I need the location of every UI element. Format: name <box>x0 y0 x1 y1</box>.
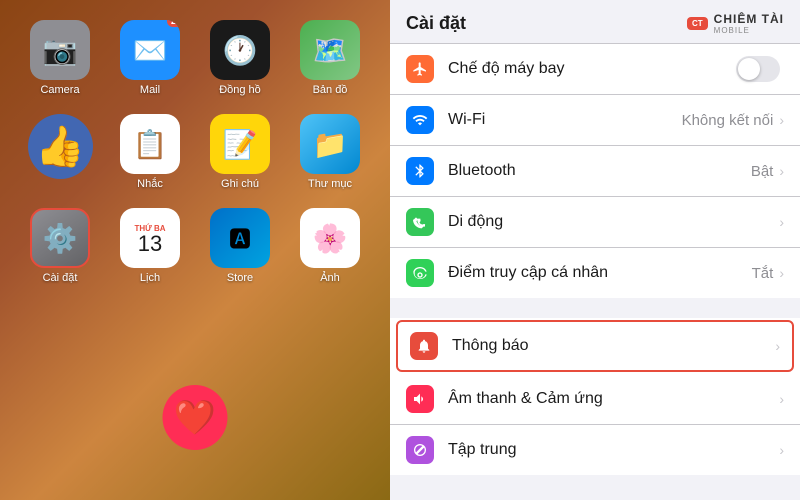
notifications-chevron: › <box>775 338 780 354</box>
separator-1 <box>390 298 800 318</box>
row-bluetooth[interactable]: Bluetooth Bật › <box>390 146 800 197</box>
mail-badge: 24 <box>167 20 180 27</box>
calendar-label: Lịch <box>140 272 160 284</box>
airplane-toggle-knob <box>738 58 760 80</box>
wifi-chevron: › <box>779 112 784 128</box>
settings-label: Cài đặt <box>43 272 78 284</box>
clock-label: Đồng hồ <box>219 84 261 96</box>
hotspot-label: Điểm truy cập cá nhân <box>448 264 752 282</box>
app-grid: 📷 Camera ✉️ 24 Mail 🕐 Đồng hồ 🗺️ Bản đồ … <box>20 20 370 284</box>
app-clock[interactable]: 🕐 Đồng hồ <box>200 20 280 96</box>
settings-section-2: Thông báo › Âm thanh & Cảm ứng › Tập tru… <box>390 318 800 475</box>
airplane-label: Chế độ máy bay <box>448 60 736 78</box>
sound-icon <box>406 385 434 413</box>
hotspot-chevron: › <box>779 265 784 281</box>
row-focus[interactable]: Tập trung › <box>390 425 800 475</box>
appstore-icon-bg: 🅰 <box>210 208 270 268</box>
right-panel: Cài đặt CT CHIÊM TÀI MOBILE Chế độ máy b… <box>390 0 800 500</box>
mobile-icon <box>406 208 434 236</box>
app-reminders[interactable]: 📋 Nhắc <box>110 114 190 190</box>
mobile-chevron: › <box>779 214 784 230</box>
sound-chevron: › <box>779 391 784 407</box>
left-panel: 📷 Camera ✉️ 24 Mail 🕐 Đồng hồ 🗺️ Bản đồ … <box>0 0 390 500</box>
bluetooth-chevron: › <box>779 163 784 179</box>
row-wifi[interactable]: Wi-Fi Không kết nối › <box>390 95 800 146</box>
facebook-icon-bg: 👍 <box>28 114 93 179</box>
heart-icon-bg: ❤️ <box>163 385 228 450</box>
logo-name: CHIÊM TÀI <box>714 12 784 26</box>
wifi-icon <box>406 106 434 134</box>
mail-icon-bg: ✉️ 24 <box>120 20 180 80</box>
photos-label: Ảnh <box>320 272 340 284</box>
files-label: Thư mục <box>308 178 352 190</box>
airplane-icon <box>406 55 434 83</box>
settings-section-1: Chế độ máy bay Wi-Fi Không kết nối › Blu… <box>390 44 800 298</box>
settings-header: Cài đặt CT CHIÊM TÀI MOBILE <box>390 0 800 44</box>
bluetooth-value: Bật <box>751 163 774 180</box>
photos-icon-bg: 🌸 <box>300 208 360 268</box>
camera-label: Camera <box>40 84 79 96</box>
files-icon-bg: 📁 <box>300 114 360 174</box>
wifi-label: Wi-Fi <box>448 111 682 129</box>
notifications-label: Thông báo <box>452 337 775 355</box>
chiemtai-logo: CT CHIÊM TÀI MOBILE <box>687 12 784 35</box>
app-heart[interactable]: ❤️ <box>163 385 228 450</box>
notes-icon-bg: 📝 <box>210 114 270 174</box>
bluetooth-icon <box>406 157 434 185</box>
hotspot-icon <box>406 259 434 287</box>
app-facebook[interactable]: 👍 <box>20 114 100 190</box>
sound-label: Âm thanh & Cảm ứng <box>448 390 779 408</box>
app-calendar[interactable]: THỨ BA 13 Lịch <box>110 208 190 284</box>
airplane-toggle[interactable] <box>736 56 780 82</box>
focus-icon <box>406 436 434 464</box>
app-camera[interactable]: 📷 Camera <box>20 20 100 96</box>
row-mobile[interactable]: Di động › <box>390 197 800 248</box>
wifi-value: Không kết nối <box>682 112 774 129</box>
notifications-icon <box>410 332 438 360</box>
app-mail[interactable]: ✉️ 24 Mail <box>110 20 190 96</box>
maps-icon-bg: 🗺️ <box>300 20 360 80</box>
notes-label: Ghi chú <box>221 178 259 190</box>
reminders-label: Nhắc <box>137 178 163 190</box>
app-appstore[interactable]: 🅰 Store <box>200 208 280 284</box>
reminders-icon-bg: 📋 <box>120 114 180 174</box>
logo-badge: CT <box>687 17 708 30</box>
settings-title: Cài đặt <box>406 13 466 34</box>
app-files[interactable]: 📁 Thư mục <box>290 114 370 190</box>
app-photos[interactable]: 🌸 Ảnh <box>290 208 370 284</box>
row-notifications[interactable]: Thông báo › <box>396 320 794 372</box>
app-maps[interactable]: 🗺️ Bản đồ <box>290 20 370 96</box>
logo-sub: MOBILE <box>714 26 784 35</box>
app-settings[interactable]: ⚙️ Cài đặt <box>20 208 100 284</box>
calendar-date: 13 <box>138 233 162 255</box>
focus-chevron: › <box>779 442 784 458</box>
bluetooth-label: Bluetooth <box>448 162 751 180</box>
row-hotspot[interactable]: Điểm truy cập cá nhân Tắt › <box>390 248 800 298</box>
app-notes[interactable]: 📝 Ghi chú <box>200 114 280 190</box>
row-airplane[interactable]: Chế độ máy bay <box>390 44 800 95</box>
row-sound[interactable]: Âm thanh & Cảm ứng › <box>390 374 800 425</box>
focus-label: Tập trung <box>448 441 779 459</box>
mobile-label: Di động <box>448 213 779 231</box>
clock-icon-bg: 🕐 <box>210 20 270 80</box>
calendar-icon-bg: THỨ BA 13 <box>120 208 180 268</box>
hotspot-value: Tắt <box>752 265 774 282</box>
appstore-label: Store <box>227 272 253 284</box>
camera-icon-bg: 📷 <box>30 20 90 80</box>
settings-icon-bg: ⚙️ <box>30 208 90 268</box>
mail-label: Mail <box>140 84 160 96</box>
maps-label: Bản đồ <box>313 84 348 96</box>
